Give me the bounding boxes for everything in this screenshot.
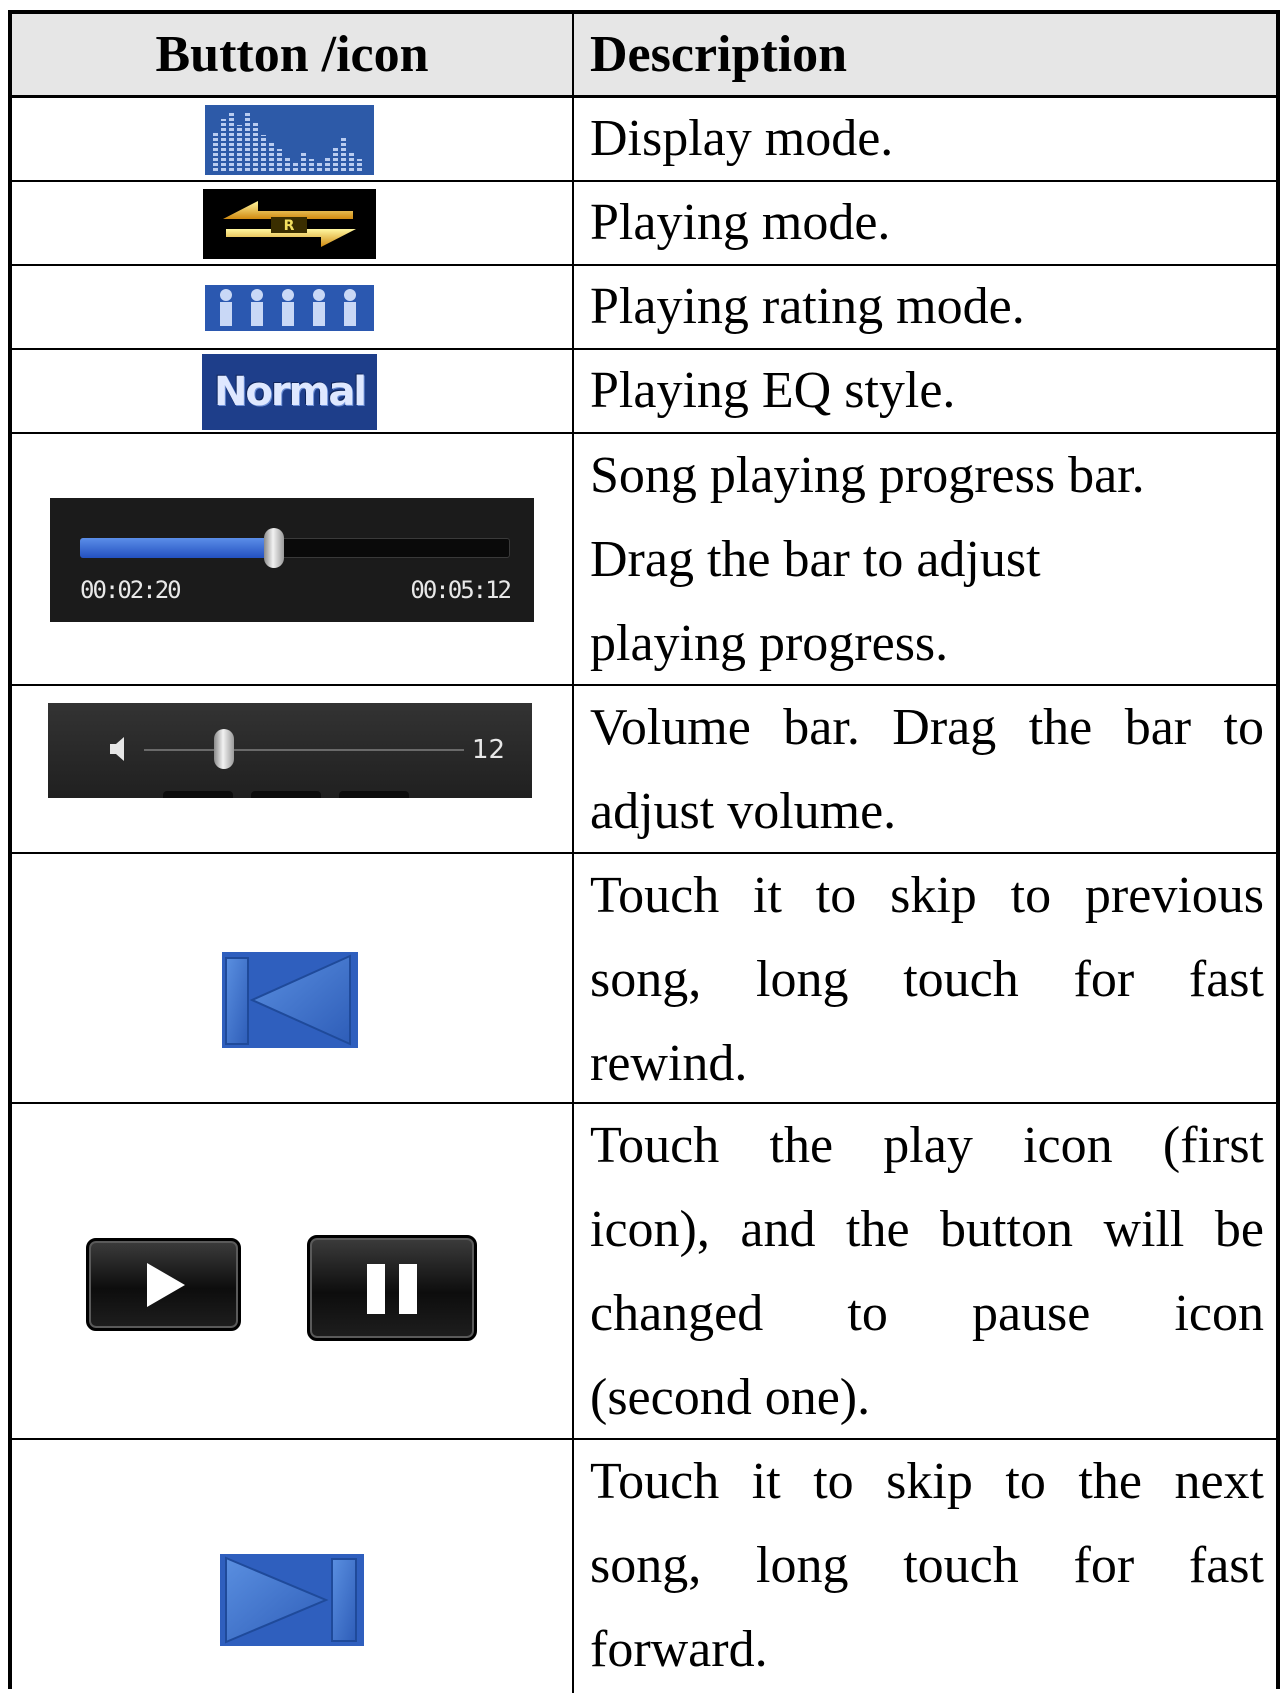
pause-button[interactable]	[307, 1235, 477, 1341]
icon-cell: 00:02:20 00:05:12	[12, 434, 574, 684]
description-text: Display mode.	[590, 110, 894, 167]
play-icon	[147, 1263, 185, 1307]
table-row: Touch it to skip to the next song, long …	[12, 1440, 1276, 1693]
eq-style-label: Normal	[213, 369, 367, 415]
rating-figure	[344, 289, 356, 326]
spectrum-bar	[221, 119, 226, 171]
description-cell: Display mode.	[576, 98, 1276, 180]
total-time: 00:05:12	[410, 576, 512, 604]
description-text: playing progress.	[590, 615, 949, 672]
description-text: Touch it to skip to previous	[590, 867, 1264, 924]
volume-value: 12	[472, 735, 506, 765]
rating-figure	[251, 289, 263, 326]
icon-cell	[12, 854, 574, 1102]
description-text: Playing mode.	[590, 194, 891, 251]
pause-icon	[367, 1264, 417, 1314]
spectrum-bar	[293, 161, 298, 171]
icon-cell	[12, 266, 574, 348]
description-cell: Touch it to skip to the next song, long …	[576, 1440, 1276, 1693]
spectrum-bar	[229, 113, 234, 171]
table-row: R Playing mode.	[12, 182, 1276, 266]
current-time: 00:02:20	[80, 576, 182, 604]
playing-mode-icon[interactable]: R	[203, 189, 376, 259]
description-text: Drag the bar to adjust	[590, 531, 1041, 588]
spectrum-bar	[285, 157, 290, 171]
speaker-icon	[110, 737, 124, 761]
description-text: rewind.	[590, 1035, 748, 1092]
table-row: 12 Volume bar. Drag the bar to adjust vo…	[12, 686, 1276, 854]
icon-cell: Normal	[12, 350, 574, 432]
progress-track[interactable]	[80, 538, 510, 558]
spectrum-bar	[261, 135, 266, 171]
table-row: Normal Playing EQ style.	[12, 350, 1276, 434]
eq-style-icon[interactable]: Normal	[202, 354, 377, 430]
table-row: Touch it to skip to previous song, long …	[12, 854, 1276, 1104]
rating-mode-icon[interactable]	[205, 285, 374, 331]
rating-figure	[313, 289, 325, 326]
spectrum-bar	[357, 159, 362, 171]
rating-figure	[282, 289, 294, 326]
description-cell: Touch it to skip to previous song, long …	[576, 854, 1276, 1102]
spectrum-bar	[253, 121, 258, 171]
description-cell: Playing EQ style.	[576, 350, 1276, 432]
description-text: Touch it to skip to the next	[590, 1453, 1264, 1510]
icon-cell: R	[12, 182, 574, 264]
description-text: song, long touch for fast	[590, 951, 1264, 1008]
column-header-button-icon: Button /icon	[12, 14, 574, 95]
display-mode-icon[interactable]	[205, 105, 374, 175]
description-text: adjust volume.	[590, 783, 897, 840]
spectrum-bar	[333, 147, 338, 171]
description-text: Playing rating mode.	[590, 278, 1025, 335]
volume-track[interactable]	[144, 749, 464, 751]
description-text: Touch the play icon (first	[590, 1117, 1264, 1174]
spectrum-bar	[245, 111, 250, 171]
spectrum-bar	[269, 141, 274, 171]
rating-figure	[220, 289, 232, 326]
spectrum-bar	[349, 151, 354, 171]
spectrum-bar	[309, 159, 314, 171]
description-text: icon), and the button will be	[590, 1201, 1264, 1258]
description-text: forward.	[590, 1621, 768, 1678]
description-text: song, long touch for fast	[590, 1537, 1264, 1594]
spectrum-bar	[325, 157, 330, 171]
progress-fill	[80, 538, 274, 558]
volume-bar-panel: 12	[48, 703, 532, 798]
description-cell: Playing rating mode.	[576, 266, 1276, 348]
description-text: (second one).	[590, 1369, 871, 1426]
description-text: changed to pause icon	[590, 1285, 1264, 1342]
progress-handle[interactable]	[263, 528, 284, 568]
progress-bar-panel: 00:02:20 00:05:12	[50, 498, 534, 622]
spectrum-bar	[301, 153, 306, 171]
description-cell: Playing mode.	[576, 182, 1276, 264]
spectrum-bar	[213, 131, 218, 171]
next-icon[interactable]	[220, 1554, 364, 1646]
icon-description-table: Button /icon Description Display mode. R	[8, 10, 1280, 1693]
volume-handle[interactable]	[214, 729, 234, 769]
icon-cell	[12, 98, 574, 180]
spectrum-bar	[277, 149, 282, 171]
table-header-row: Button /icon Description	[12, 14, 1276, 98]
description-text: Playing EQ style.	[590, 362, 956, 419]
table-row: 00:02:20 00:05:12 Song playing progress …	[12, 434, 1276, 686]
table-row: Touch the play icon (first icon), and th…	[12, 1104, 1276, 1440]
table-row: Playing rating mode.	[12, 266, 1276, 350]
icon-cell: 12	[12, 686, 574, 852]
description-cell: Song playing progress bar. Drag the bar …	[576, 434, 1276, 684]
play-button[interactable]	[86, 1238, 241, 1331]
description-cell: Volume bar. Drag the bar to adjust volum…	[576, 686, 1276, 852]
icon-cell	[12, 1104, 574, 1438]
description-text: Song playing progress bar.	[590, 447, 1145, 504]
previous-icon[interactable]	[222, 952, 358, 1048]
column-header-description: Description	[590, 26, 848, 83]
table-row: Display mode.	[12, 98, 1276, 182]
icon-cell	[12, 1440, 574, 1693]
svg-text:R: R	[284, 218, 295, 234]
description-text: Volume bar. Drag the bar to	[590, 699, 1264, 756]
spectrum-bar	[237, 125, 242, 171]
description-cell: Touch the play icon (first icon), and th…	[576, 1104, 1276, 1438]
spectrum-bar	[341, 137, 346, 171]
spectrum-bar	[317, 161, 322, 171]
